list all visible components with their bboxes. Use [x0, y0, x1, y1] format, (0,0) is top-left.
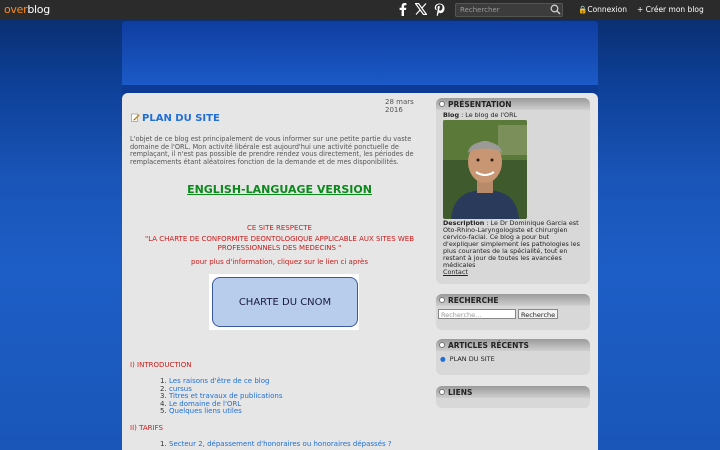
logo-part-over: over [4, 3, 28, 16]
search-title: RECHERCHE [448, 295, 499, 305]
create-blog-label: Créer mon blog [645, 5, 704, 14]
presentation-title: PRÉSENTATION [448, 99, 512, 109]
charte-notice-line1: CE SITE RESPECTE [247, 224, 312, 232]
post-title-text: PLAN DU SITE [142, 113, 220, 124]
author-portrait [443, 120, 527, 219]
list-item[interactable]: 1. Secteur 2, dépassement d'honoraires ou… [160, 440, 392, 449]
cnom-button[interactable]: CHARTE DU CNOM [212, 277, 358, 327]
charte-notice: CE SITE RESPECTE "LA CHARTE DE CONFORMIT… [127, 224, 432, 253]
post-date: 28 mars 2016 [385, 98, 414, 114]
bullet-icon [439, 101, 445, 107]
blog-label: Blog [443, 111, 460, 119]
toc-link[interactable]: Secteur 2, dépassement d'honoraires ou h… [169, 440, 392, 448]
links-box: LIENS [436, 386, 590, 408]
logo-part-blog: blog [27, 3, 50, 16]
connexion-link[interactable]: 🔒Connexion [578, 5, 627, 14]
plus-icon: + [637, 5, 646, 14]
bullet-icon [439, 389, 445, 395]
more-info-text: pour plus d'information, cliquez sur le … [191, 258, 368, 266]
search-icon[interactable] [550, 4, 561, 15]
recent-article-item[interactable]: ● PLAN DU SITE [440, 355, 586, 363]
search-body: Recherche... Recherche [436, 306, 590, 322]
x-twitter-icon[interactable] [415, 2, 427, 16]
description-value: : Le Dr Dominique Garcia est Oto-Rhino-L… [443, 219, 580, 269]
pencil-note-icon [131, 113, 140, 122]
content-wrapper: 28 mars 2016 PLAN DU SITE L'objet de ce … [122, 93, 598, 450]
post-intro: L'objet de ce blog est principalement de… [130, 135, 414, 166]
section-tarifs-heading: II) TARIFS [130, 424, 163, 432]
connexion-label: Connexion [587, 5, 628, 14]
search-header: RECHERCHE [436, 294, 590, 306]
section-introduction-heading: I) INTRODUCTION [130, 361, 192, 369]
blog-header-banner [122, 21, 598, 93]
overblog-logo[interactable]: overblog [4, 3, 50, 16]
list-number: 1. [160, 440, 167, 448]
recent-articles-box: ARTICLES RÉCENTS ● PLAN DU SITE [436, 339, 590, 375]
top-search-input[interactable]: Rechercher [455, 3, 563, 17]
bullet-icon [439, 297, 445, 303]
bullet-icon [439, 342, 445, 348]
cnom-image[interactable]: CHARTE DU CNOM [209, 274, 359, 330]
facebook-icon[interactable] [397, 2, 409, 16]
lock-icon: 🔒 [578, 5, 588, 14]
recent-articles-list: ● PLAN DU SITE [436, 351, 590, 371]
presentation-header: PRÉSENTATION [436, 98, 590, 110]
recent-article-link[interactable]: PLAN DU SITE [450, 355, 495, 363]
list-number: 5. [160, 407, 167, 415]
presentation-box: PRÉSENTATION Blog : Le blog de l'ORL Des… [436, 98, 590, 284]
social-links [397, 2, 445, 16]
links-title: LIENS [448, 387, 473, 397]
bullet-icon: ● [440, 355, 446, 363]
charte-notice-line2: "LA CHARTE DE CONFORMITE DEONTOLOGIQUE A… [144, 235, 415, 252]
links-header: LIENS [436, 386, 590, 398]
english-version-link[interactable]: ENGLISH-LANGUAGE VERSION [127, 183, 432, 196]
recent-articles-title: ARTICLES RÉCENTS [448, 340, 529, 350]
contact-link[interactable]: Contact [443, 269, 583, 276]
list-item[interactable]: 5. Quelques liens utiles [160, 407, 282, 416]
create-blog-link[interactable]: + Créer mon blog [637, 5, 704, 14]
recent-articles-header: ARTICLES RÉCENTS [436, 339, 590, 351]
pinterest-icon[interactable] [433, 2, 445, 16]
introduction-list: 1. Les raisons d'être de ce blog 2. cursus… [160, 377, 282, 416]
description-line: Description : Le Dr Dominique Garcia est… [443, 220, 583, 269]
presentation-body: Blog : Le blog de l'ORL Description: Le… [436, 110, 590, 278]
author-photo[interactable] [443, 120, 527, 219]
search-box: RECHERCHE Recherche... Recherche [436, 294, 590, 330]
sidebar-search-input[interactable]: Recherche... [438, 309, 516, 319]
blog-value: : Le blog de l'ORL [459, 111, 518, 119]
tarifs-list: 1. Secteur 2, dépassement d'honoraires ou… [160, 440, 392, 449]
sidebar-search-button[interactable]: Recherche [518, 309, 559, 319]
blog-line: Blog : Le blog de l'ORL [443, 112, 583, 119]
top-bar: overblog Rechercher 🔒Connexion + Créer m… [0, 0, 720, 20]
post-title[interactable]: PLAN DU SITE [131, 113, 220, 124]
toc-link[interactable]: Quelques liens utiles [169, 407, 242, 415]
